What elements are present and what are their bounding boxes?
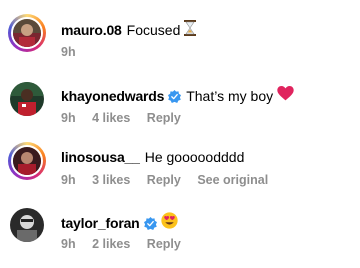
reply-button[interactable]: Reply: [147, 173, 181, 187]
story-ring-avatar[interactable]: [8, 14, 46, 52]
avatar-photo-icon: [13, 147, 41, 175]
reply-button[interactable]: Reply: [147, 237, 181, 251]
username-link[interactable]: khayonedwards: [61, 87, 164, 105]
verified-badge-icon: [168, 89, 182, 103]
comment-line: taylor_foran: [61, 212, 178, 233]
time-label: 9h: [61, 45, 76, 59]
avatar[interactable]: [10, 208, 44, 242]
likes-count[interactable]: 2 likes: [92, 237, 130, 251]
comment-text: He gooooodddd: [144, 149, 245, 165]
comment-line: khayonedwards That’s my boy: [61, 86, 294, 105]
verified-badge-icon: [143, 216, 157, 230]
comment-meta: 9h: [61, 44, 89, 60]
reply-button[interactable]: Reply: [147, 111, 181, 125]
username-link[interactable]: taylor_foran: [61, 214, 140, 232]
avatar-photo-icon: [10, 82, 44, 116]
likes-count[interactable]: 4 likes: [92, 111, 130, 125]
likes-count[interactable]: 3 likes: [92, 173, 130, 187]
comment-text: Focused: [126, 22, 181, 38]
avatar-photo-icon: [13, 19, 41, 47]
comment-line: linosousa__ He gooooodddd: [61, 148, 244, 166]
comment-meta: 9h 4 likes Reply: [61, 110, 194, 126]
comment-text: That’s my boy: [186, 87, 274, 104]
username-link[interactable]: linosousa__: [61, 148, 140, 166]
time-label: 9h: [61, 173, 76, 187]
story-ring-avatar[interactable]: [8, 142, 46, 180]
avatar[interactable]: [10, 82, 44, 116]
time-label: 9h: [61, 237, 76, 251]
see-original-link[interactable]: See original: [197, 173, 268, 187]
time-label: 9h: [61, 111, 76, 125]
comment-item: khayonedwards That’s my boy 9h 4 likes R…: [0, 80, 360, 142]
comment-item: taylor_foran 9h 2 likes Reply: [0, 206, 360, 268]
comment-item: mauro.08 Focused 9h: [0, 14, 360, 76]
avatar-photo-icon: [10, 208, 44, 242]
red-heart-icon: [277, 86, 294, 105]
heart-eyes-emoji-icon: [160, 212, 178, 233]
username-link[interactable]: mauro.08: [61, 21, 122, 39]
comment-meta: 9h 2 likes Reply: [61, 236, 194, 252]
comment-meta: 9h 3 likes Reply See original: [61, 172, 281, 188]
hourglass-icon: [184, 20, 197, 40]
comment-item: linosousa__ He gooooodddd 9h 3 likes Rep…: [0, 142, 360, 204]
comment-line: mauro.08 Focused: [61, 20, 197, 40]
